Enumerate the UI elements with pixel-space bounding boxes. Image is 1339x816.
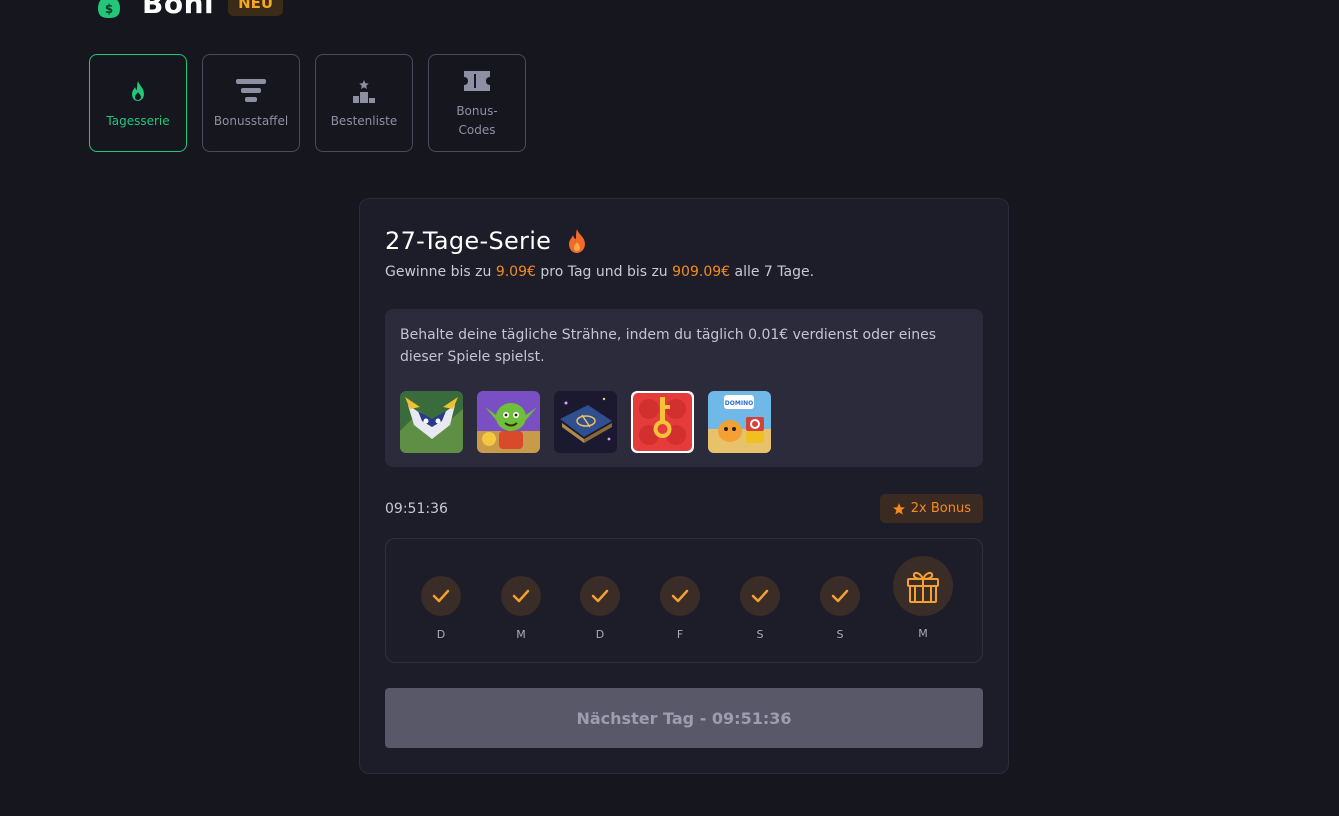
weekday-progress: D M D F S S M xyxy=(385,538,983,663)
ticket-icon xyxy=(462,66,492,96)
day-completed xyxy=(660,576,700,616)
flame-icon xyxy=(129,76,147,106)
streak-title-row: 27-Tage-Serie xyxy=(385,227,587,255)
subtitle-text: pro Tag und bis zu xyxy=(535,264,673,280)
tab-bonusstaffel[interactable]: Bonusstaffel xyxy=(202,54,300,152)
day-completed xyxy=(501,576,541,616)
bonus-multiplier-badge: 2x Bonus xyxy=(879,494,983,523)
subtitle-text: Gewinne bis zu xyxy=(385,264,496,280)
podium-icon xyxy=(352,76,376,106)
money-bag-icon: $ xyxy=(98,0,120,18)
tab-bestenliste[interactable]: Bestenliste xyxy=(315,54,413,152)
day-label: F xyxy=(676,628,684,641)
bonus-tabs: Tagesserie Bonusstaffel Bestenliste Bonu… xyxy=(89,54,526,152)
day-completed xyxy=(421,576,461,616)
tab-label: Tagesserie xyxy=(106,113,170,128)
page-title: Boni xyxy=(142,0,215,20)
day-item: F xyxy=(660,576,700,641)
day-label: S xyxy=(836,628,844,641)
eligible-games-list: DOMINO xyxy=(400,391,771,453)
game-warrior-thumbnail[interactable] xyxy=(400,391,463,453)
tab-label: Bonusstaffel xyxy=(213,113,289,128)
day-reward xyxy=(893,556,953,616)
game-goblin-thumbnail[interactable] xyxy=(477,391,540,453)
day-label: M xyxy=(516,628,526,641)
subtitle-text: alle 7 Tage. xyxy=(730,264,815,280)
day-item: S xyxy=(740,576,780,641)
check-icon xyxy=(432,589,450,603)
star-icon xyxy=(892,502,905,515)
tab-bonus-codes[interactable]: Bonus-Codes xyxy=(428,54,526,152)
streak-info-box: Behalte deine tägliche Strähne, indem du… xyxy=(385,309,983,467)
game-lock-thumbnail[interactable] xyxy=(631,391,694,453)
weekly-amount: 909.09€ xyxy=(672,264,731,280)
bonus-badge-label: 2x Bonus xyxy=(910,501,971,516)
tab-tagesserie[interactable]: Tagesserie xyxy=(89,54,187,152)
svg-text:DOMINO: DOMINO xyxy=(725,400,753,407)
gift-icon xyxy=(907,571,939,603)
streak-timer: 09:51:36 xyxy=(385,501,448,517)
day-label: D xyxy=(436,628,446,641)
check-icon xyxy=(591,589,609,603)
game-spellbook-thumbnail[interactable] xyxy=(554,391,617,453)
flame-icon xyxy=(569,229,586,253)
day-item: S xyxy=(820,576,860,641)
check-icon xyxy=(831,589,849,603)
day-completed xyxy=(580,576,620,616)
tab-label: Bonus-Codes xyxy=(456,104,498,137)
day-label: S xyxy=(756,628,764,641)
streak-subtitle: Gewinne bis zu 9.09€ pro Tag und bis zu … xyxy=(385,264,814,280)
svg-text:$: $ xyxy=(105,2,113,16)
page: $ Boni NEU Tagesserie Bonusstaffel Beste… xyxy=(0,0,1339,816)
check-icon xyxy=(512,589,530,603)
day-completed xyxy=(740,576,780,616)
day-item: D xyxy=(421,576,461,641)
page-header: $ Boni NEU xyxy=(92,0,284,20)
new-badge: NEU xyxy=(228,0,284,16)
day-completed xyxy=(820,576,860,616)
check-icon xyxy=(671,589,689,603)
next-day-button[interactable]: Nächster Tag - 09:51:36 xyxy=(385,688,983,748)
tab-label: Bestenliste xyxy=(330,113,398,128)
day-item-reward: M xyxy=(893,556,953,640)
day-item: D xyxy=(580,576,620,641)
streak-title: 27-Tage-Serie xyxy=(385,227,552,255)
daily-streak-card: 27-Tage-Serie Gewinne bis zu 9.09€ pro T… xyxy=(359,198,1009,774)
bars-icon xyxy=(236,76,266,106)
streak-info-text: Behalte deine tägliche Strähne, indem du… xyxy=(400,327,937,365)
check-icon xyxy=(751,589,769,603)
day-label: D xyxy=(595,628,605,641)
day-item: M xyxy=(501,576,541,641)
daily-amount: 9.09€ xyxy=(495,264,536,280)
game-domino-dreams-thumbnail[interactable]: DOMINO xyxy=(708,391,771,453)
day-label: M xyxy=(918,627,928,640)
